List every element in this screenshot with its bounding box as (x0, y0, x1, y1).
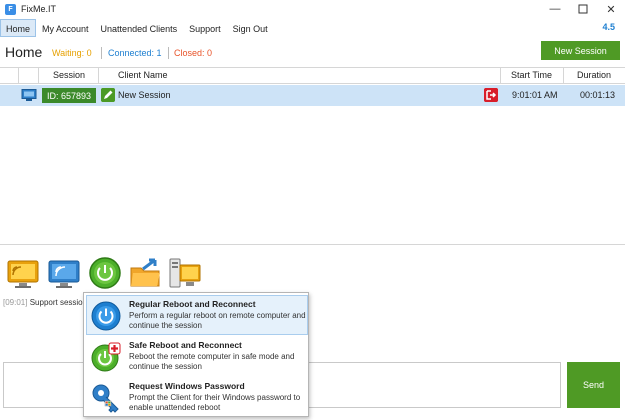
option-title: Request Windows Password (129, 381, 245, 391)
menu-support[interactable]: Support (183, 19, 227, 37)
page-title: Home (5, 44, 43, 60)
fixme-logo-icon: F (5, 3, 16, 15)
option-description: Perform a regular reboot on remote compu… (129, 311, 306, 330)
option-description: Prompt the Client for their Windows pass… (129, 393, 301, 412)
client-name: New Session (118, 90, 171, 100)
request-windows-password-option[interactable]: Request Windows Password Prompt the Clie… (86, 377, 308, 417)
power-reboot-icon[interactable] (88, 256, 122, 290)
wireless-monitor-icon[interactable] (47, 256, 81, 290)
option-title: Safe Reboot and Reconnect (129, 340, 242, 350)
column-divider (98, 68, 99, 83)
option-description: Reboot the remote computer in safe mode … (129, 352, 295, 371)
menu-bar: Home My Account Unattended Clients Suppo… (0, 18, 625, 38)
minimize-icon[interactable]: — (541, 0, 569, 18)
safe-reboot-option[interactable]: Safe Reboot and Reconnect Reboot the rem… (86, 336, 308, 376)
window-title: FixMe.IT (21, 4, 56, 14)
windows-password-icon (92, 384, 119, 413)
menu-home[interactable]: Home (0, 19, 37, 37)
waiting-count: Waiting: 0 (52, 48, 92, 58)
divider (101, 47, 102, 59)
regular-reboot-option[interactable]: Regular Reboot and Reconnect Perform a r… (86, 295, 308, 335)
log-entry: [09:01] Support sessio (3, 298, 83, 307)
menu-my-account[interactable]: My Account (36, 19, 95, 37)
sessions-table: Session Client Name Start Time Duration … (0, 67, 625, 245)
close-icon[interactable]: ✕ (597, 0, 625, 18)
connected-count: Connected: 1 (108, 48, 162, 58)
end-session-icon[interactable] (484, 88, 498, 102)
safe-reboot-icon (91, 342, 121, 372)
file-transfer-icon[interactable] (129, 256, 163, 290)
new-session-button[interactable]: New Session (541, 41, 620, 60)
log-text: Support sessio (29, 298, 83, 307)
power-icon (91, 301, 121, 331)
menu-unattended-clients[interactable]: Unattended Clients (95, 19, 184, 37)
edit-name-icon[interactable] (101, 88, 115, 102)
start-time: 9:01:01 AM (512, 90, 558, 100)
column-header-duration[interactable]: Duration (577, 68, 611, 83)
version-label: 4.5 (602, 22, 615, 32)
menu-sign-out[interactable]: Sign Out (227, 19, 274, 37)
divider (168, 47, 169, 59)
log-timestamp: [09:01] (3, 298, 28, 307)
duration: 00:01:13 (580, 90, 616, 100)
session-id-badge[interactable]: ID: 657893 (42, 88, 96, 103)
column-header-start-time[interactable]: Start Time (511, 68, 552, 83)
title-bar: F FixMe.IT (0, 0, 625, 18)
send-button[interactable]: Send (567, 362, 620, 408)
system-info-icon[interactable] (168, 256, 202, 290)
column-divider (563, 68, 564, 83)
table-header: Session Client Name Start Time Duration (0, 68, 625, 84)
reboot-menu: Regular Reboot and Reconnect Perform a r… (83, 292, 309, 417)
maximize-icon[interactable] (569, 0, 597, 18)
closed-count: Closed: 0 (174, 48, 213, 58)
table-row[interactable]: ID: 657893 New Session 9:01:01 AM 00:01:… (0, 85, 625, 106)
column-divider (500, 68, 501, 83)
column-divider (38, 68, 39, 83)
column-header-client-name[interactable]: Client Name (118, 68, 168, 83)
column-divider (18, 68, 19, 83)
status-row: Home Waiting: 0 Connected: 1 Closed: 0 (0, 40, 625, 64)
monitor-icon (21, 89, 37, 101)
session-toolbar (0, 250, 625, 295)
remote-desktop-icon[interactable] (6, 256, 40, 290)
option-title: Regular Reboot and Reconnect (129, 299, 256, 309)
column-header-session[interactable]: Session (53, 68, 85, 83)
